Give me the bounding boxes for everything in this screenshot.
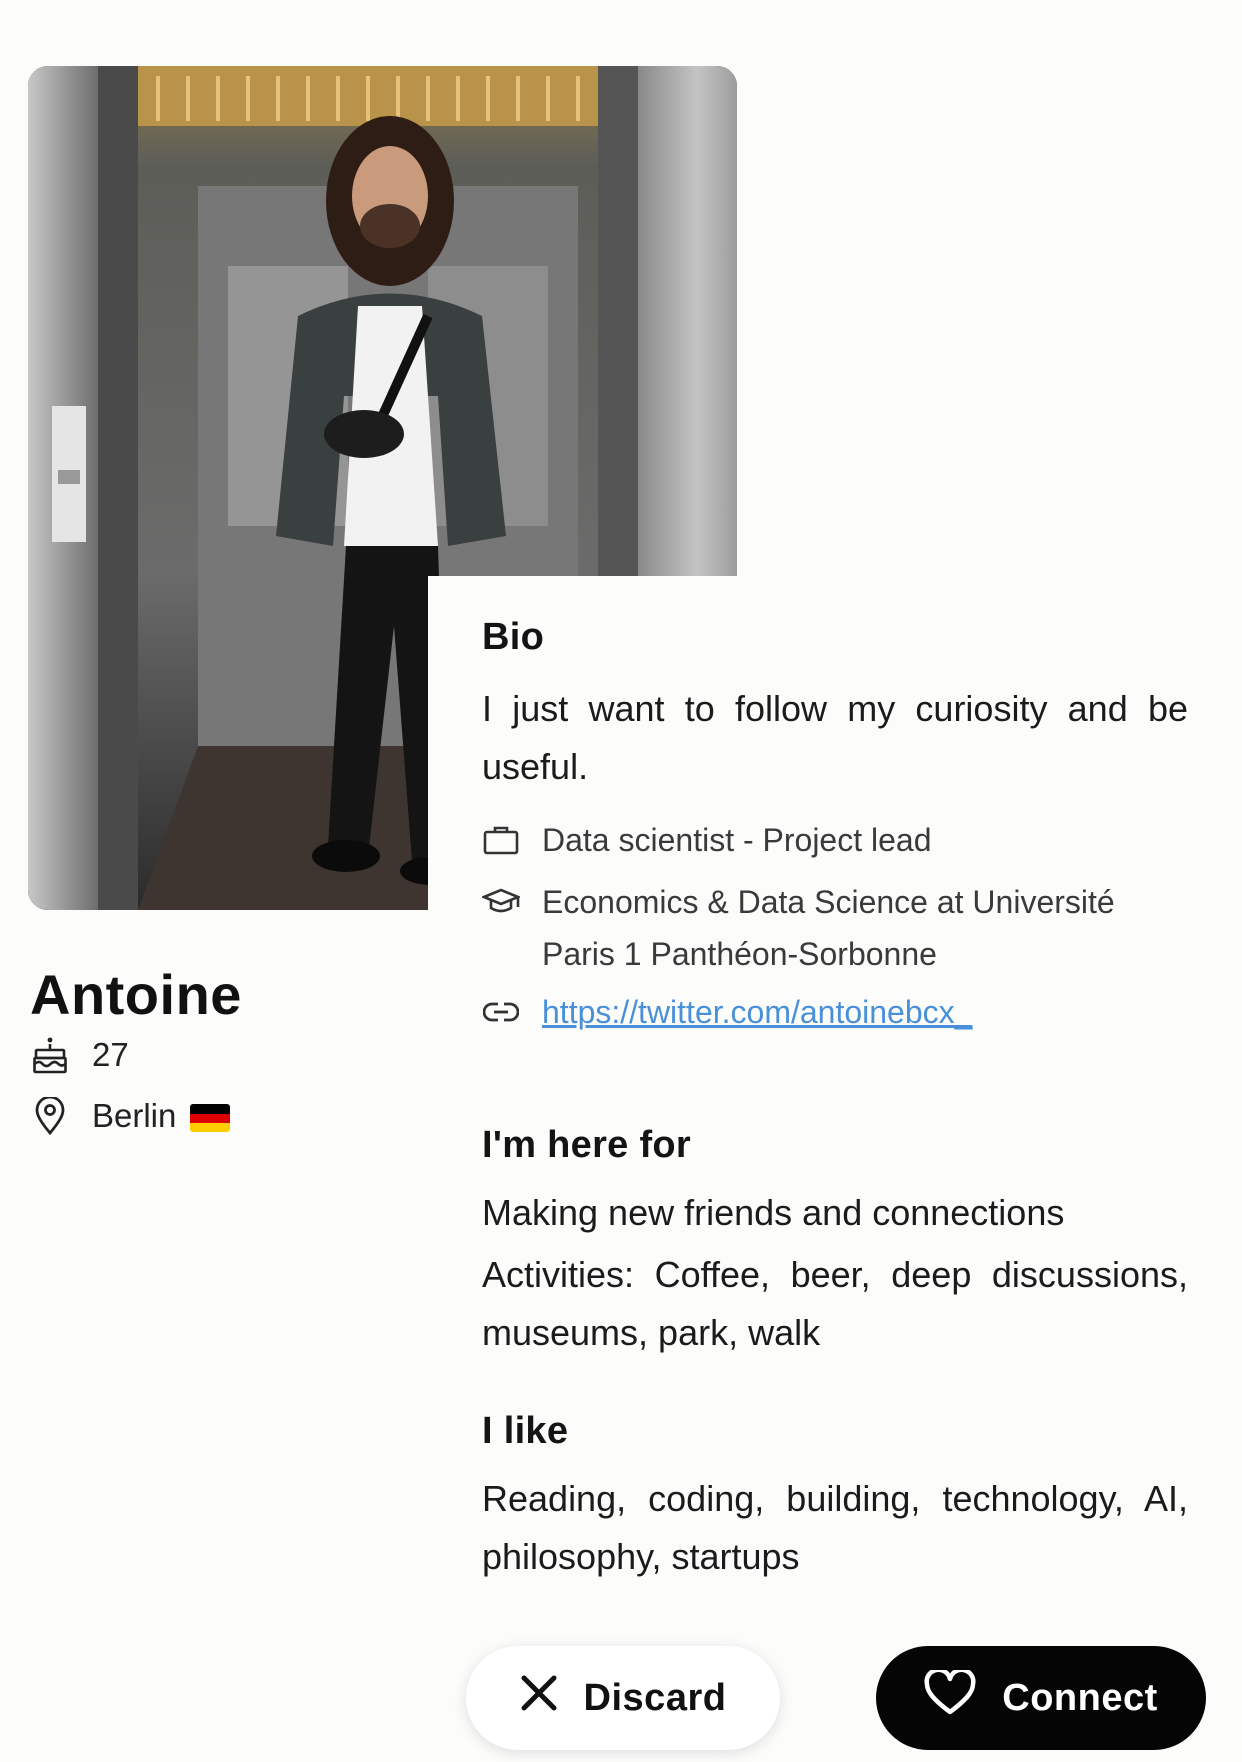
location-pin-icon [30, 1096, 70, 1136]
bio-heading: Bio [482, 616, 545, 658]
profile-name: Antoine [30, 963, 242, 1026]
discard-button[interactable]: Discard [466, 1646, 780, 1750]
link-icon [482, 986, 520, 1038]
twitter-link[interactable]: https://twitter.com/antoinebcx_ [542, 986, 972, 1038]
here-for-heading: I'm here for [482, 1124, 692, 1166]
age-row: 27 [30, 1035, 129, 1075]
likes-text: Reading, coding, building, technology, A… [482, 1478, 1188, 1577]
briefcase-icon [482, 814, 520, 866]
heart-icon [924, 1667, 976, 1726]
connect-label: Connect [1002, 1676, 1158, 1719]
activities-text: Activities: Coffee, beer, deep discussio… [482, 1254, 1188, 1353]
likes-heading: I like [482, 1410, 569, 1452]
germany-flag-icon [190, 1104, 231, 1133]
location-row: Berlin [30, 1096, 231, 1136]
bio-text: I just want to follow my curiosity and b… [482, 688, 1188, 787]
link-row: https://twitter.com/antoinebcx_ [482, 986, 1188, 1038]
job-row: Data scientist - Project lead [482, 814, 1188, 866]
age-value: 27 [92, 1036, 129, 1073]
birthday-cake-icon [30, 1035, 70, 1075]
graduation-cap-icon [482, 876, 520, 928]
profile-details-card: Bio I just want to follow my curiosity a… [428, 576, 1242, 1762]
discard-label: Discard [583, 1676, 727, 1719]
connect-button[interactable]: Connect [876, 1646, 1206, 1750]
education-text: Economics & Data Science at Université P… [542, 884, 1115, 972]
job-text: Data scientist - Project lead [542, 822, 932, 858]
education-row: Economics & Data Science at Université P… [482, 876, 1162, 980]
location-value: Berlin [92, 1097, 177, 1134]
here-for-goal: Making new friends and connections [482, 1192, 1065, 1233]
close-icon [520, 1674, 558, 1722]
